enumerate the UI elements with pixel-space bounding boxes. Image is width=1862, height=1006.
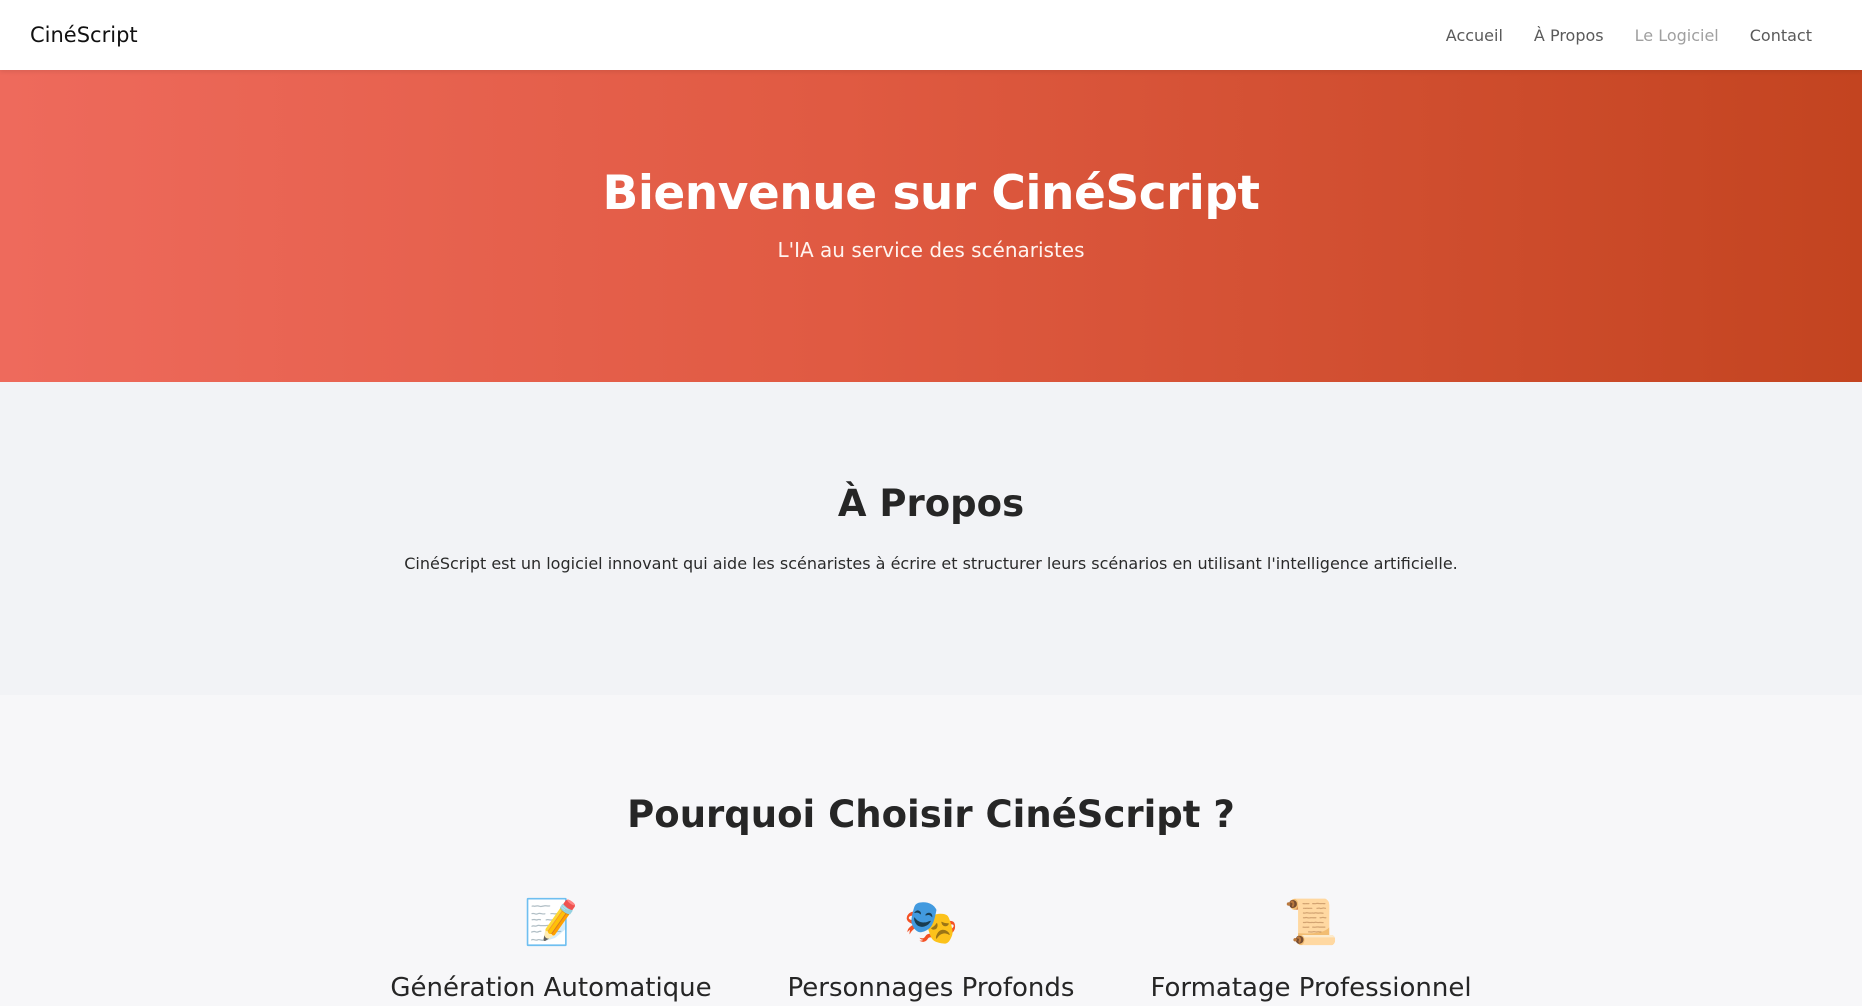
features-section: Pourquoi Choisir CinéScript ? 📝 Générati… bbox=[0, 695, 1862, 1006]
theater-masks-icon: 🎭 bbox=[903, 897, 959, 948]
feature-card: 📜 Formatage Professionnel bbox=[1121, 895, 1501, 1003]
feature-card: 🎭 Personnages Profonds bbox=[741, 895, 1121, 1003]
feature-title: Génération Automatique bbox=[390, 973, 712, 1003]
feature-title: Personnages Profonds bbox=[787, 973, 1075, 1003]
nav-link-le-logiciel[interactable]: Le Logiciel bbox=[1635, 26, 1719, 45]
nav-link-a-propos[interactable]: À Propos bbox=[1534, 26, 1604, 45]
hero-banner: Bienvenue sur CinéScript L'IA au service… bbox=[0, 70, 1862, 382]
nav-link-contact[interactable]: Contact bbox=[1750, 26, 1812, 45]
about-text: CinéScript est un logiciel innovant qui … bbox=[404, 554, 1458, 573]
brand-logo[interactable]: CinéScript bbox=[30, 0, 138, 70]
about-title: À Propos bbox=[837, 482, 1025, 525]
scroll-icon: 📜 bbox=[1283, 897, 1339, 948]
hero-title: Bienvenue sur CinéScript bbox=[602, 166, 1260, 221]
feature-card: 📝 Génération Automatique bbox=[361, 895, 741, 1003]
nav-link-accueil[interactable]: Accueil bbox=[1446, 26, 1503, 45]
memo-pencil-icon: 📝 bbox=[523, 897, 579, 948]
about-section: À Propos CinéScript est un logiciel inno… bbox=[0, 382, 1862, 695]
feature-title: Formatage Professionnel bbox=[1150, 973, 1472, 1003]
navbar: CinéScript Accueil À Propos Le Logiciel … bbox=[0, 0, 1862, 70]
features-title: Pourquoi Choisir CinéScript ? bbox=[627, 793, 1235, 836]
nav-links: Accueil À Propos Le Logiciel Contact bbox=[1446, 0, 1812, 70]
hero-subtitle: L'IA au service des scénaristes bbox=[777, 238, 1085, 262]
